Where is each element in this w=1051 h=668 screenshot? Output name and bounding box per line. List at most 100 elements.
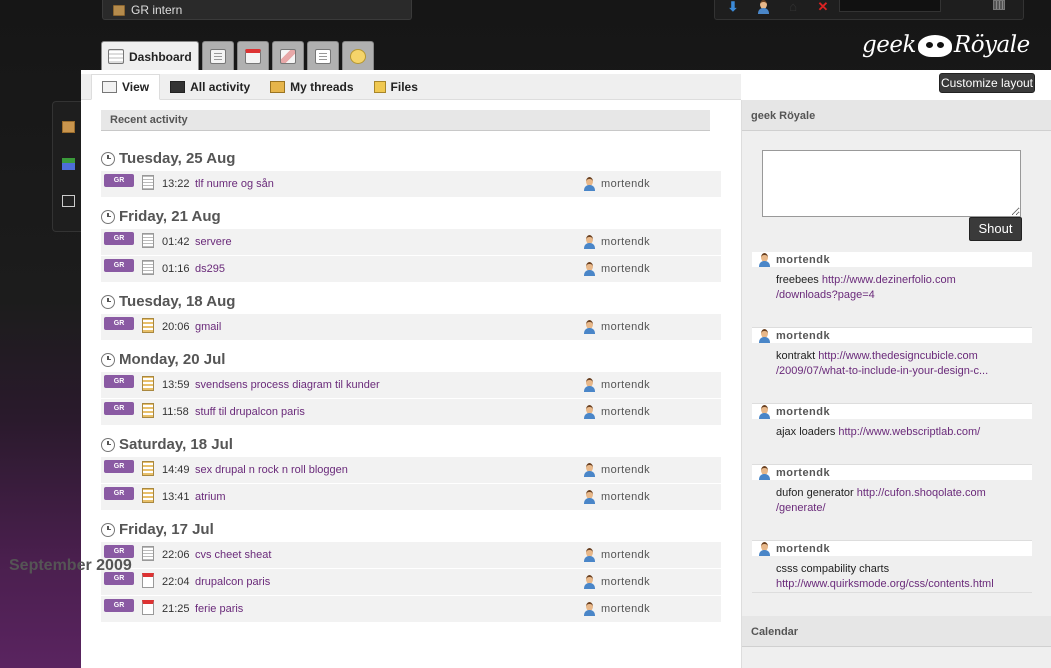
activity-row: GR 22:04 drupalcon paris mortendk [101,569,721,595]
shout-link[interactable]: http://www.dezinerfolio.com [822,274,956,286]
activity-title-link[interactable]: gmail [195,321,221,333]
tab-shoutbox[interactable] [341,41,374,70]
notebook-icon [142,403,154,418]
shout-body: csss compability charts http://www.quirks… [752,556,1032,592]
space-badge[interactable]: GR [104,599,134,612]
customize-layout-button[interactable]: Customize layout [939,73,1035,93]
user-icon [758,541,771,556]
tab-documents[interactable] [306,41,339,70]
tab-view[interactable]: View [91,74,161,100]
activity-user[interactable]: mortendk [583,548,650,562]
activity-time: 21:25 [162,603,190,615]
shout-author[interactable]: mortendk [752,404,1032,419]
activity-user-name: mortendk [601,263,651,275]
tab-files[interactable]: Files [364,74,428,100]
user-icon [583,463,596,477]
tab-my-threads[interactable]: My threads [260,74,363,100]
members-icon[interactable] [62,158,75,170]
user-icon [758,252,771,267]
tab-casetracker[interactable] [271,41,304,70]
shout-link[interactable]: http://www.thedesigncubicle.com [818,350,978,362]
activity-row: GR 13:59 svendsens process diagram til kun… [101,372,721,398]
user-icon [583,602,596,616]
calendar-icon [244,48,261,64]
space-badge[interactable]: GR [104,259,134,272]
shout-item: mortendk kontrakt http://www.thedesigncub… [752,328,1032,404]
activity-user[interactable]: mortendk [583,235,650,249]
space-badge[interactable]: GR [104,402,134,415]
shout-list: mortendk freebees http://www.dezinerfolio… [752,252,1032,593]
shout-input[interactable] [762,150,1021,217]
tab-notebook[interactable] [201,41,234,70]
space-badge[interactable]: GR [104,232,134,245]
user-icon[interactable] [755,0,771,14]
shout-body: ajax loaders http://www.webscriptlab.com… [752,419,1032,440]
activity-time: 14:49 [162,464,190,476]
space-badge[interactable]: GR [104,174,134,187]
clock-icon [101,352,115,367]
activity-user[interactable]: mortendk [583,602,650,616]
shout-body: dufon generator http://cufon.shoqolate.c… [752,480,1032,516]
close-icon[interactable]: ✕ [815,0,831,14]
download-icon[interactable]: ⬇ [725,0,741,14]
activity-user[interactable]: mortendk [583,463,650,477]
tab-dashboard[interactable]: Dashboard [101,41,199,71]
shout-link[interactable]: http://cufon.shoqolate.com [857,487,986,499]
shout-item: mortendk dufon generator http://cufon.sho… [752,465,1032,541]
tab-calendar[interactable] [236,41,269,70]
space-badge[interactable]: GR [104,375,134,388]
shout-author[interactable]: mortendk [752,465,1032,480]
space-badge[interactable]: GR [104,460,134,473]
activity-user[interactable]: mortendk [583,262,650,276]
activity-user[interactable]: mortendk [583,490,650,504]
shout-link[interactable]: http://www.webscriptlab.com/ [838,426,980,438]
activity-user[interactable]: mortendk [583,405,650,419]
box-icon[interactable] [62,121,75,133]
activity-title-link[interactable]: tlf numre og sån [195,178,274,190]
activity-title-link[interactable]: svendsens process diagram til kunder [195,379,380,391]
activity-time: 13:22 [162,178,190,190]
space-badge[interactable]: GR [104,487,134,500]
activity-title-link[interactable]: stuff til drupalcon paris [195,406,305,418]
house-icon[interactable]: ⌂ [785,0,801,14]
activity-user[interactable]: mortendk [583,177,650,191]
activity-title-link[interactable]: cvs cheet sheat [195,549,271,561]
calendar-title: Calendar [742,616,1051,647]
activity-title-link[interactable]: ferie paris [195,603,243,615]
activity-user[interactable]: mortendk [583,320,650,334]
tab-all-activity[interactable]: All activity [160,74,260,100]
user-icon [583,575,596,589]
document-icon[interactable] [62,195,75,207]
grid-icon[interactable] [993,0,1005,10]
activity-title-link[interactable]: atrium [195,491,226,503]
activity-user-name: mortendk [601,379,651,391]
user-icon [583,235,596,249]
activity-title-link[interactable]: drupalcon paris [195,576,270,588]
notebook-icon [209,48,226,64]
space-switcher[interactable]: GR intern [102,0,412,20]
activity-user[interactable]: mortendk [583,575,650,589]
space-badge[interactable]: GR [104,317,134,330]
activity-user-name: mortendk [601,406,651,418]
clock-icon [101,209,115,224]
activity-user[interactable]: mortendk [583,378,650,392]
day-heading-label: Friday, 21 Aug [119,208,221,225]
activity-title-link[interactable]: ds295 [195,263,225,275]
activity-title-link[interactable]: sex drupal n rock n roll bloggen [195,464,348,476]
activity-title-link[interactable]: servere [195,236,232,248]
shout-button[interactable]: Shout [969,217,1022,241]
clock-icon [101,522,115,537]
shout-author[interactable]: mortendk [752,328,1032,343]
day-heading-label: Tuesday, 18 Aug [119,293,236,310]
notebook-icon [142,318,154,333]
notebook-icon [142,376,154,391]
shout-author[interactable]: mortendk [752,252,1032,267]
shout-author[interactable]: mortendk [752,541,1032,556]
skull-icon [917,35,952,57]
shout-link-cont[interactable]: /downloads?page=4 [776,289,875,301]
search-input[interactable] [839,0,941,12]
shout-link-cont[interactable]: /2009/07/what-to-include-in-your-design-… [776,365,988,377]
shout-link-cont[interactable]: http://www.quirksmode.org/css/contents.h… [776,578,994,590]
shout-link-cont[interactable]: /generate/ [776,502,826,514]
site-logo[interactable]: geek Röyale [862,32,1032,68]
